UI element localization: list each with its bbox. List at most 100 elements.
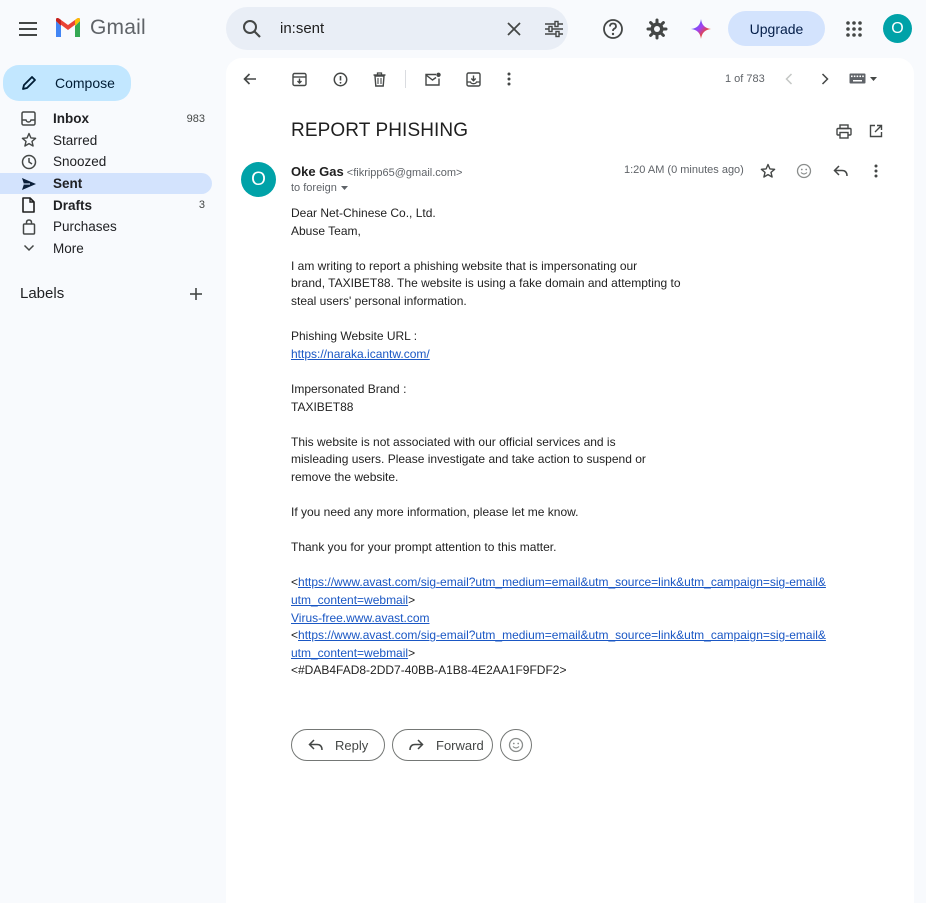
reply-button-header[interactable]: [827, 158, 853, 184]
apps-button[interactable]: [839, 14, 869, 44]
avast-signature-link-2-cont[interactable]: utm_content=webmail: [291, 646, 408, 660]
add-reaction-button[interactable]: [791, 158, 817, 184]
body-line: Abuse Team,: [291, 223, 361, 238]
send-icon: [20, 175, 37, 192]
sidebar-item-label: Inbox: [53, 111, 89, 127]
star-message-button[interactable]: [755, 158, 781, 184]
clock-icon: [20, 153, 37, 170]
trash-icon: [373, 71, 385, 87]
avast-signature-line: <https://www.avast.com/sig-email?utm_med…: [291, 628, 826, 643]
compose-button[interactable]: Compose: [3, 65, 131, 101]
drafts-count: 3: [198, 199, 205, 212]
caret-down-icon: [340, 186, 348, 190]
sidebar-item-label: Sent: [53, 176, 83, 192]
archive-icon: [291, 72, 307, 86]
body-line: misleading users. Please investigate and…: [291, 452, 646, 467]
sender-email: <fikripp65@gmail.com>: [346, 167, 463, 179]
chevron-down-icon: [20, 240, 37, 257]
more-vert-icon: [507, 72, 511, 86]
account-avatar[interactable]: O: [883, 14, 912, 43]
settings-button[interactable]: [642, 14, 672, 44]
more-vert-icon: [874, 164, 878, 178]
support-button[interactable]: [598, 14, 628, 44]
more-actions-button[interactable]: [496, 66, 522, 92]
sidebar-item-starred[interactable]: Starred: [0, 130, 212, 152]
sidebar-item-purchases[interactable]: Purchases: [0, 216, 212, 238]
sidebar-item-label: Purchases: [53, 219, 117, 235]
avast-signature-line: <https://www.avast.com/sig-email?utm_med…: [291, 575, 826, 590]
phishing-url-link[interactable]: https://naraka.icantw.com/: [291, 347, 430, 361]
older-button[interactable]: [812, 66, 838, 92]
upgrade-button[interactable]: Upgrade: [728, 11, 825, 46]
sidebar-item-label: More: [53, 240, 84, 256]
body-line: This website is not associated with our …: [291, 434, 616, 449]
body-line: Impersonated Brand :: [291, 381, 407, 396]
keyboard-icon: [849, 73, 866, 84]
apps-grid-icon: [846, 21, 862, 37]
forward-label: Forward: [436, 737, 484, 753]
body-line: Phishing Website URL :: [291, 329, 418, 344]
inbox-unread-count: 983: [186, 112, 205, 125]
sender-avatar[interactable]: O: [241, 162, 276, 197]
create-label-button[interactable]: [186, 284, 206, 304]
caret-down-icon: [870, 76, 877, 81]
input-tools-button[interactable]: [849, 73, 877, 84]
gmail-logo[interactable]: Gmail: [54, 16, 146, 40]
newer-button[interactable]: [776, 66, 802, 92]
react-emoji-button[interactable]: [500, 729, 532, 761]
arrow-back-icon: [243, 73, 256, 85]
main-menu-button[interactable]: [14, 14, 44, 44]
gmail-wordmark: Gmail: [90, 16, 146, 39]
compose-label: Compose: [55, 75, 115, 91]
sidebar-item-more[interactable]: More: [0, 238, 212, 260]
archive-button[interactable]: [286, 66, 312, 92]
reply-icon: [832, 165, 848, 177]
sender-name[interactable]: Oke Gas: [291, 164, 344, 179]
search-options-icon[interactable]: [542, 17, 566, 41]
email-subject: REPORT PHISHING: [291, 120, 469, 141]
avast-signature-link-cont[interactable]: utm_content=webmail: [291, 593, 408, 607]
gemini-button[interactable]: [686, 14, 716, 44]
sidebar-item-inbox[interactable]: Inbox 983: [0, 108, 212, 130]
toolbar-divider: [405, 70, 406, 88]
emoji-icon: [508, 737, 524, 753]
message-more-button[interactable]: [863, 158, 889, 184]
spam-alert-icon: [333, 72, 347, 86]
body-line: brand, TAXIBET88. The website is using a…: [291, 276, 681, 291]
sidebar-item-label: Drafts: [53, 197, 93, 213]
report-spam-button[interactable]: [327, 66, 353, 92]
body-line: If you need any more information, please…: [291, 505, 579, 520]
search-icon[interactable]: [240, 17, 264, 41]
avast-signature-line: utm_content=webmail>: [291, 645, 416, 660]
search-bar[interactable]: [226, 7, 568, 50]
body-line: <#DAB4FAD8-2DD7-40BB-A1B8-4E2AA1F9FDF2>: [291, 663, 567, 678]
reply-button[interactable]: Reply: [291, 729, 385, 761]
sidebar-item-snoozed[interactable]: Snoozed: [0, 151, 212, 173]
avast-signature-link[interactable]: https://www.avast.com/sig-email?utm_medi…: [298, 575, 826, 589]
plus-icon: [190, 288, 202, 300]
sidebar-item-drafts[interactable]: Drafts 3: [0, 194, 212, 216]
forward-icon: [409, 739, 424, 751]
mark-unread-button[interactable]: [420, 66, 446, 92]
search-input[interactable]: [280, 20, 480, 37]
gemini-sparkle-icon: [691, 19, 711, 39]
emoji-icon: [796, 163, 812, 179]
recipient-details-toggle[interactable]: to foreign: [291, 182, 348, 194]
delete-button[interactable]: [366, 66, 392, 92]
inbox-icon: [20, 110, 37, 127]
open-in-new-icon: [869, 124, 883, 138]
clear-search-icon[interactable]: [502, 17, 526, 41]
sidebar-item-label: Starred: [53, 132, 98, 148]
virus-free-link[interactable]: Virus-free.www.avast.com: [291, 611, 430, 625]
sidebar-nav: Inbox 983 Starred Snoozed Sent Drafts 3 …: [0, 108, 212, 259]
back-to-sent-button[interactable]: [237, 66, 263, 92]
avast-signature-link-2[interactable]: https://www.avast.com/sig-email?utm_medi…: [298, 628, 826, 642]
avast-signature-line: utm_content=webmail>: [291, 593, 416, 608]
sidebar-item-sent[interactable]: Sent: [0, 172, 212, 195]
mark-unread-mail-icon: [425, 72, 441, 86]
open-in-new-window-button[interactable]: [863, 118, 889, 144]
print-all-button[interactable]: [831, 118, 857, 144]
recipient-label: to foreign: [291, 182, 337, 194]
move-to-button[interactable]: [460, 66, 486, 92]
forward-button[interactable]: Forward: [392, 729, 493, 761]
